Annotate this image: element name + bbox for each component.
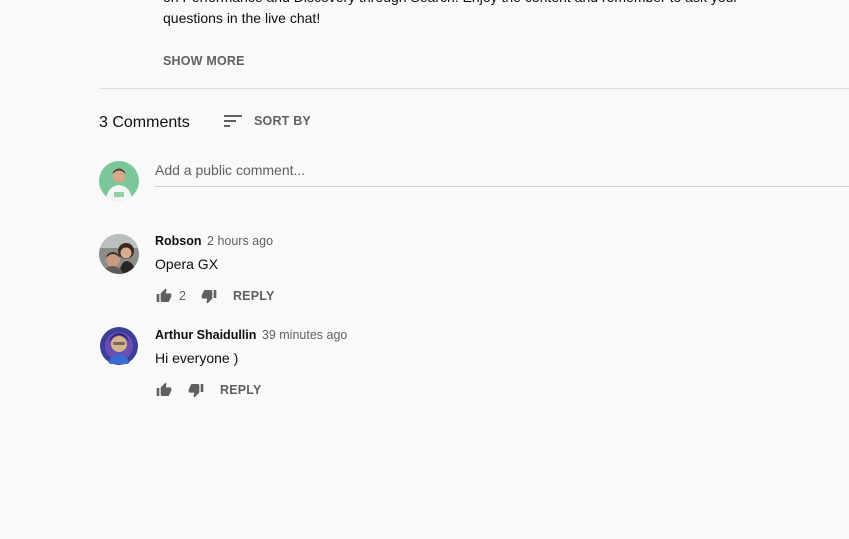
comment-header: Robson 2 hours ago — [155, 234, 273, 248]
description-line-1: on Performance and Discovery through Sea… — [163, 0, 803, 8]
thumb-down-icon[interactable] — [187, 381, 205, 399]
comment-actions: REPLY — [155, 380, 262, 400]
comment-author-avatar[interactable] — [99, 234, 139, 274]
reply-button[interactable]: REPLY — [220, 383, 262, 397]
comment-item: Arthur Shaidullin 39 minutes ago Hi ever… — [99, 326, 839, 400]
comment-actions: 2 REPLY — [155, 286, 274, 306]
current-user-avatar — [99, 161, 139, 201]
thumb-up-icon[interactable] — [155, 287, 173, 305]
video-description: on Performance and Discovery through Sea… — [163, 0, 803, 29]
section-divider — [99, 88, 849, 89]
comment-timestamp[interactable]: 39 minutes ago — [262, 328, 347, 342]
comments-header: 3 Comments — [99, 112, 190, 134]
thumb-up-icon[interactable] — [155, 381, 173, 399]
sort-by-label: SORT BY — [254, 114, 311, 128]
sort-icon — [223, 112, 243, 130]
comment-text: Hi everyone ) — [155, 350, 239, 366]
description-line-2: questions in the live chat! — [163, 10, 321, 26]
comments-page: on Performance and Discovery through Sea… — [0, 0, 849, 539]
add-comment-input[interactable] — [155, 160, 849, 178]
comment-header: Arthur Shaidullin 39 minutes ago — [155, 328, 347, 342]
comments-count: 3 Comments — [99, 114, 190, 131]
comment-author[interactable]: Robson — [155, 234, 202, 248]
reply-button[interactable]: REPLY — [233, 289, 275, 303]
like-count: 2 — [179, 289, 186, 303]
show-more-button[interactable]: SHOW MORE — [163, 54, 245, 68]
thumb-down-icon[interactable] — [200, 287, 218, 305]
comment-text: Opera GX — [155, 256, 219, 272]
comment-item: Robson 2 hours ago Opera GX 2 REPLY — [99, 234, 839, 306]
sort-by-button[interactable]: SORT BY — [223, 112, 311, 130]
comment-author-avatar[interactable] — [99, 326, 139, 366]
comment-author[interactable]: Arthur Shaidullin — [155, 328, 256, 342]
comment-timestamp[interactable]: 2 hours ago — [207, 234, 273, 248]
add-comment-field[interactable] — [155, 160, 849, 187]
